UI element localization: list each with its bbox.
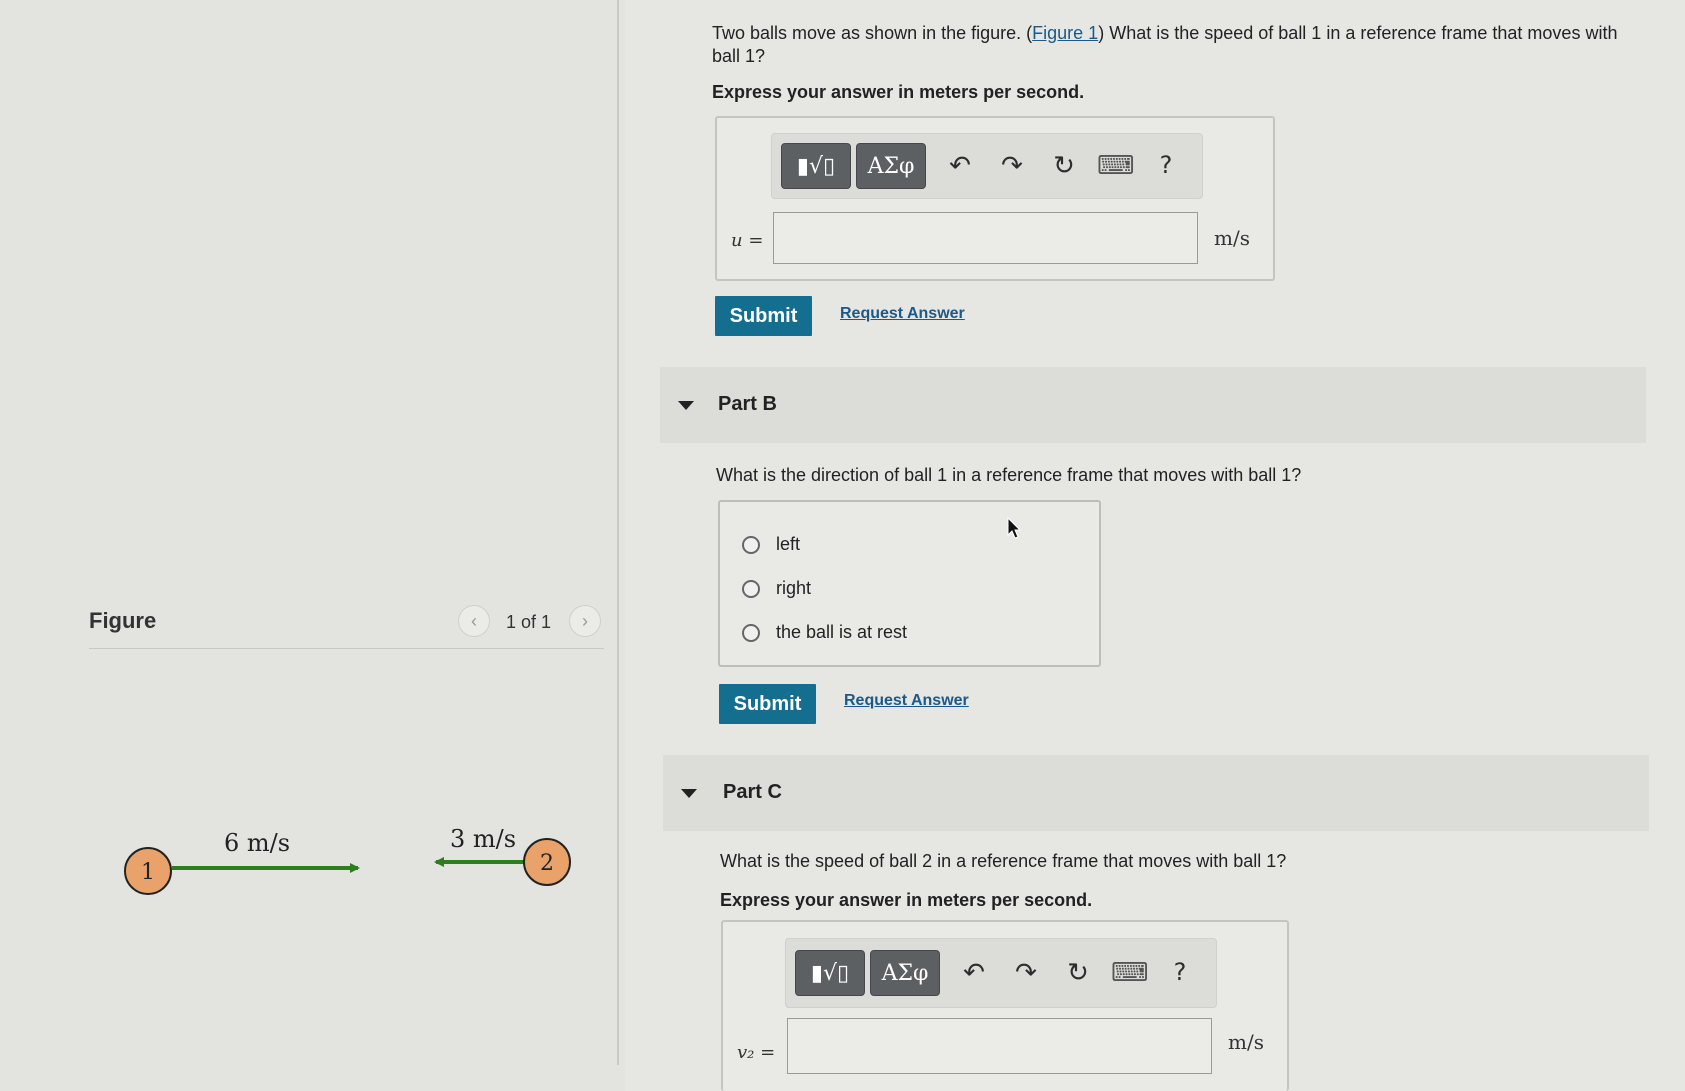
figure-title: Figure bbox=[89, 608, 157, 633]
part-a-question-text: Two balls move as shown in the figure. ( bbox=[712, 23, 1033, 43]
part-c-answer-box: ▮√▯ ΑΣφ ↶ ↷ ↻ ⌨ ? v₂ = m/s bbox=[721, 920, 1289, 1091]
ball1-label: 1 bbox=[141, 860, 155, 885]
part-a-question: Two balls move as shown in the figure. (… bbox=[712, 22, 1632, 68]
two-balls-figure: 1 6 m/s 2 3 m/s bbox=[124, 825, 571, 895]
undo-icon[interactable]: ↶ bbox=[956, 958, 992, 988]
reset-icon[interactable]: ↻ bbox=[1060, 958, 1096, 988]
figure-pager: 1 of 1 bbox=[506, 612, 552, 632]
templates-icon: ▮√▯ bbox=[810, 960, 850, 986]
option-label: left bbox=[776, 534, 801, 554]
symbols-icon: ΑΣφ bbox=[881, 960, 929, 986]
math-toolbar: ▮√▯ ΑΣφ ↶ ↷ ↻ ⌨ ? bbox=[771, 133, 1203, 199]
keyboard-icon[interactable]: ⌨ bbox=[1097, 151, 1135, 181]
symbols-button[interactable]: ΑΣφ bbox=[870, 950, 940, 996]
ball1-speed-label: 6 m/s bbox=[224, 829, 290, 857]
caret-down-icon bbox=[681, 789, 697, 798]
part-a-request-answer-link[interactable]: Request Answer bbox=[840, 305, 965, 323]
part-c-variable-label: v₂ = bbox=[737, 1042, 776, 1063]
templates-icon: ▮√▯ bbox=[796, 153, 836, 179]
chevron-right-icon: › bbox=[582, 610, 588, 631]
part-b-question: What is the direction of ball 1 in a ref… bbox=[716, 465, 1302, 485]
radio-at-rest[interactable] bbox=[742, 623, 760, 642]
redo-icon[interactable]: ↷ bbox=[1008, 958, 1044, 988]
figure-rule bbox=[89, 648, 604, 649]
symbols-button[interactable]: ΑΣφ bbox=[856, 143, 926, 189]
part-a-unit: m/s bbox=[1214, 226, 1250, 250]
part-b-submit-button[interactable]: Submit bbox=[719, 684, 816, 724]
reset-icon[interactable]: ↻ bbox=[1046, 151, 1082, 181]
radio-left[interactable] bbox=[742, 535, 760, 554]
part-b-request-answer-link[interactable]: Request Answer bbox=[844, 692, 969, 710]
help-icon[interactable]: ? bbox=[1148, 151, 1184, 179]
part-b-header[interactable]: Part B bbox=[660, 367, 1646, 443]
part-a-variable-label: u = bbox=[731, 230, 764, 251]
option-label: right bbox=[776, 578, 812, 598]
part-c-instruction: Express your answer in meters per second… bbox=[720, 890, 1093, 910]
ball2-speed-label: 3 m/s bbox=[450, 825, 516, 853]
part-a-answer-input[interactable] bbox=[773, 212, 1198, 264]
undo-icon[interactable]: ↶ bbox=[942, 151, 978, 181]
mouse-cursor-icon bbox=[1007, 517, 1022, 539]
option-right[interactable]: right bbox=[742, 578, 811, 599]
figure-prev-button[interactable]: ‹ bbox=[458, 605, 490, 637]
panel-divider bbox=[617, 0, 619, 1065]
part-b-title: Part B bbox=[718, 393, 777, 415]
part-a-answer-box: ▮√▯ ΑΣφ ↶ ↷ ↻ ⌨ ? u = m/s bbox=[715, 116, 1275, 281]
part-c-unit: m/s bbox=[1228, 1030, 1264, 1054]
math-toolbar: ▮√▯ ΑΣφ ↶ ↷ ↻ ⌨ ? bbox=[785, 938, 1217, 1008]
figure-1-link[interactable]: Figure 1 bbox=[1032, 23, 1098, 43]
figure-next-button[interactable]: › bbox=[569, 605, 601, 637]
symbols-icon: ΑΣφ bbox=[867, 153, 915, 179]
caret-down-icon bbox=[678, 401, 694, 410]
figure-panel bbox=[0, 0, 625, 1091]
part-a-instruction: Express your answer in meters per second… bbox=[712, 82, 1085, 102]
keyboard-icon[interactable]: ⌨ bbox=[1111, 958, 1149, 988]
part-c-header[interactable]: Part C bbox=[663, 755, 1649, 831]
part-b-options: left right the ball is at rest bbox=[718, 500, 1101, 667]
part-c-question: What is the speed of ball 2 in a referen… bbox=[720, 851, 1287, 871]
help-icon[interactable]: ? bbox=[1162, 958, 1198, 986]
redo-icon[interactable]: ↷ bbox=[994, 151, 1030, 181]
templates-button[interactable]: ▮√▯ bbox=[795, 950, 865, 996]
ball2-label: 2 bbox=[540, 851, 554, 876]
part-c-title: Part C bbox=[723, 781, 782, 803]
chevron-left-icon: ‹ bbox=[471, 610, 477, 631]
part-c-answer-input[interactable] bbox=[787, 1018, 1212, 1074]
option-at-rest[interactable]: the ball is at rest bbox=[742, 622, 907, 643]
radio-right[interactable] bbox=[742, 579, 760, 598]
templates-button[interactable]: ▮√▯ bbox=[781, 143, 851, 189]
option-label: the ball is at rest bbox=[776, 622, 908, 642]
part-a-submit-button[interactable]: Submit bbox=[715, 296, 812, 336]
option-left[interactable]: left bbox=[742, 534, 800, 555]
